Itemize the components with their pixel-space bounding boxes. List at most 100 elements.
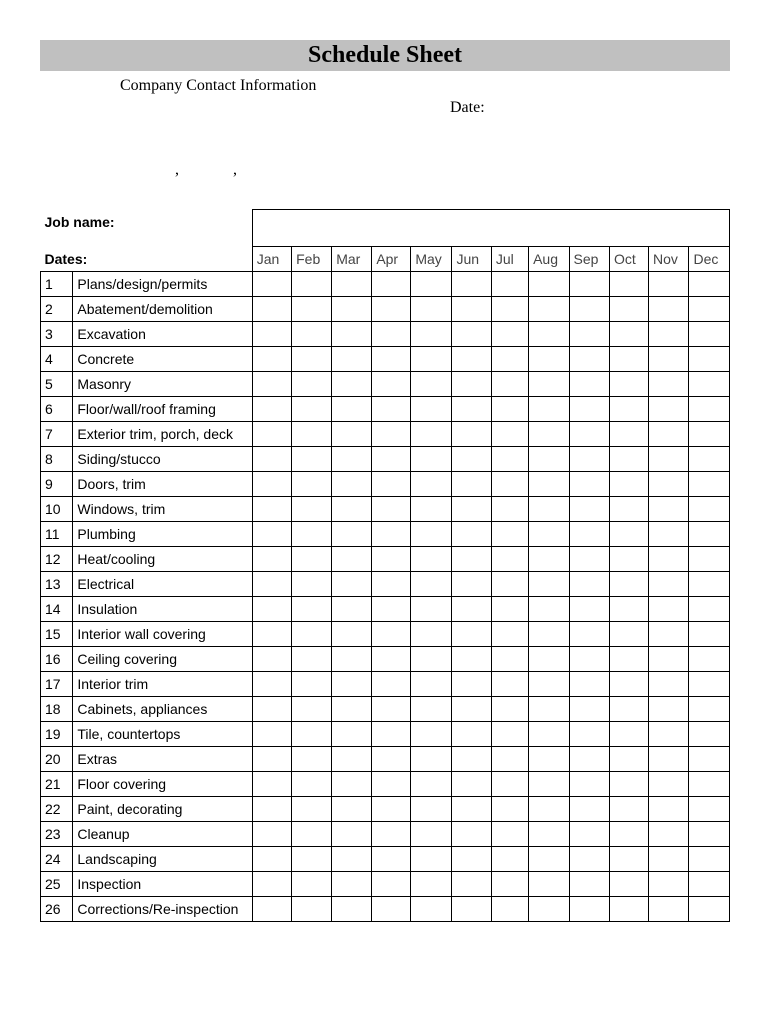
- schedule-cell[interactable]: [689, 872, 730, 897]
- schedule-cell[interactable]: [689, 497, 730, 522]
- schedule-cell[interactable]: [649, 897, 689, 922]
- schedule-cell[interactable]: [452, 747, 491, 772]
- schedule-cell[interactable]: [452, 447, 491, 472]
- schedule-cell[interactable]: [292, 772, 332, 797]
- schedule-cell[interactable]: [452, 322, 491, 347]
- schedule-cell[interactable]: [372, 347, 411, 372]
- schedule-cell[interactable]: [452, 822, 491, 847]
- schedule-cell[interactable]: [491, 572, 528, 597]
- schedule-cell[interactable]: [252, 522, 291, 547]
- schedule-cell[interactable]: [292, 422, 332, 447]
- schedule-cell[interactable]: [529, 822, 569, 847]
- schedule-cell[interactable]: [332, 597, 372, 622]
- schedule-cell[interactable]: [569, 897, 609, 922]
- schedule-cell[interactable]: [292, 572, 332, 597]
- schedule-cell[interactable]: [649, 397, 689, 422]
- schedule-cell[interactable]: [569, 772, 609, 797]
- schedule-cell[interactable]: [569, 297, 609, 322]
- schedule-cell[interactable]: [372, 397, 411, 422]
- schedule-cell[interactable]: [491, 622, 528, 647]
- schedule-cell[interactable]: [649, 572, 689, 597]
- schedule-cell[interactable]: [292, 297, 332, 322]
- schedule-cell[interactable]: [569, 647, 609, 672]
- schedule-cell[interactable]: [689, 572, 730, 597]
- schedule-cell[interactable]: [649, 447, 689, 472]
- schedule-cell[interactable]: [610, 372, 649, 397]
- schedule-cell[interactable]: [610, 322, 649, 347]
- schedule-cell[interactable]: [252, 322, 291, 347]
- schedule-cell[interactable]: [332, 397, 372, 422]
- schedule-cell[interactable]: [610, 772, 649, 797]
- schedule-cell[interactable]: [292, 647, 332, 672]
- schedule-cell[interactable]: [252, 772, 291, 797]
- schedule-cell[interactable]: [610, 722, 649, 747]
- schedule-cell[interactable]: [689, 522, 730, 547]
- schedule-cell[interactable]: [491, 497, 528, 522]
- schedule-cell[interactable]: [452, 722, 491, 747]
- schedule-cell[interactable]: [332, 372, 372, 397]
- schedule-cell[interactable]: [491, 697, 528, 722]
- schedule-cell[interactable]: [372, 822, 411, 847]
- schedule-cell[interactable]: [411, 497, 452, 522]
- schedule-cell[interactable]: [529, 797, 569, 822]
- schedule-cell[interactable]: [610, 397, 649, 422]
- schedule-cell[interactable]: [292, 347, 332, 372]
- schedule-cell[interactable]: [452, 397, 491, 422]
- schedule-cell[interactable]: [610, 347, 649, 372]
- schedule-cell[interactable]: [529, 522, 569, 547]
- schedule-cell[interactable]: [569, 547, 609, 572]
- schedule-cell[interactable]: [332, 622, 372, 647]
- schedule-cell[interactable]: [529, 422, 569, 447]
- schedule-cell[interactable]: [569, 797, 609, 822]
- schedule-cell[interactable]: [332, 722, 372, 747]
- schedule-cell[interactable]: [411, 322, 452, 347]
- schedule-cell[interactable]: [689, 722, 730, 747]
- schedule-cell[interactable]: [292, 822, 332, 847]
- schedule-cell[interactable]: [372, 897, 411, 922]
- schedule-cell[interactable]: [411, 447, 452, 472]
- schedule-cell[interactable]: [372, 322, 411, 347]
- schedule-cell[interactable]: [452, 672, 491, 697]
- schedule-cell[interactable]: [569, 322, 609, 347]
- schedule-cell[interactable]: [529, 472, 569, 497]
- schedule-cell[interactable]: [529, 897, 569, 922]
- schedule-cell[interactable]: [649, 272, 689, 297]
- schedule-cell[interactable]: [529, 347, 569, 372]
- schedule-cell[interactable]: [292, 472, 332, 497]
- schedule-cell[interactable]: [292, 397, 332, 422]
- schedule-cell[interactable]: [569, 347, 609, 372]
- schedule-cell[interactable]: [332, 322, 372, 347]
- schedule-cell[interactable]: [529, 672, 569, 697]
- schedule-cell[interactable]: [252, 622, 291, 647]
- schedule-cell[interactable]: [649, 597, 689, 622]
- schedule-cell[interactable]: [332, 672, 372, 697]
- schedule-cell[interactable]: [372, 797, 411, 822]
- schedule-cell[interactable]: [292, 597, 332, 622]
- schedule-cell[interactable]: [649, 472, 689, 497]
- schedule-cell[interactable]: [372, 272, 411, 297]
- schedule-cell[interactable]: [610, 822, 649, 847]
- schedule-cell[interactable]: [491, 347, 528, 372]
- schedule-cell[interactable]: [529, 597, 569, 622]
- schedule-cell[interactable]: [529, 547, 569, 572]
- schedule-cell[interactable]: [689, 797, 730, 822]
- schedule-cell[interactable]: [411, 872, 452, 897]
- schedule-cell[interactable]: [610, 847, 649, 872]
- schedule-cell[interactable]: [491, 797, 528, 822]
- schedule-cell[interactable]: [372, 447, 411, 472]
- schedule-cell[interactable]: [411, 472, 452, 497]
- schedule-cell[interactable]: [649, 797, 689, 822]
- schedule-cell[interactable]: [372, 847, 411, 872]
- schedule-cell[interactable]: [452, 847, 491, 872]
- schedule-cell[interactable]: [411, 647, 452, 672]
- schedule-cell[interactable]: [491, 722, 528, 747]
- schedule-cell[interactable]: [569, 522, 609, 547]
- schedule-cell[interactable]: [372, 497, 411, 522]
- schedule-cell[interactable]: [332, 872, 372, 897]
- schedule-cell[interactable]: [452, 422, 491, 447]
- schedule-cell[interactable]: [689, 647, 730, 672]
- schedule-cell[interactable]: [689, 347, 730, 372]
- schedule-cell[interactable]: [649, 372, 689, 397]
- schedule-cell[interactable]: [332, 297, 372, 322]
- schedule-cell[interactable]: [649, 322, 689, 347]
